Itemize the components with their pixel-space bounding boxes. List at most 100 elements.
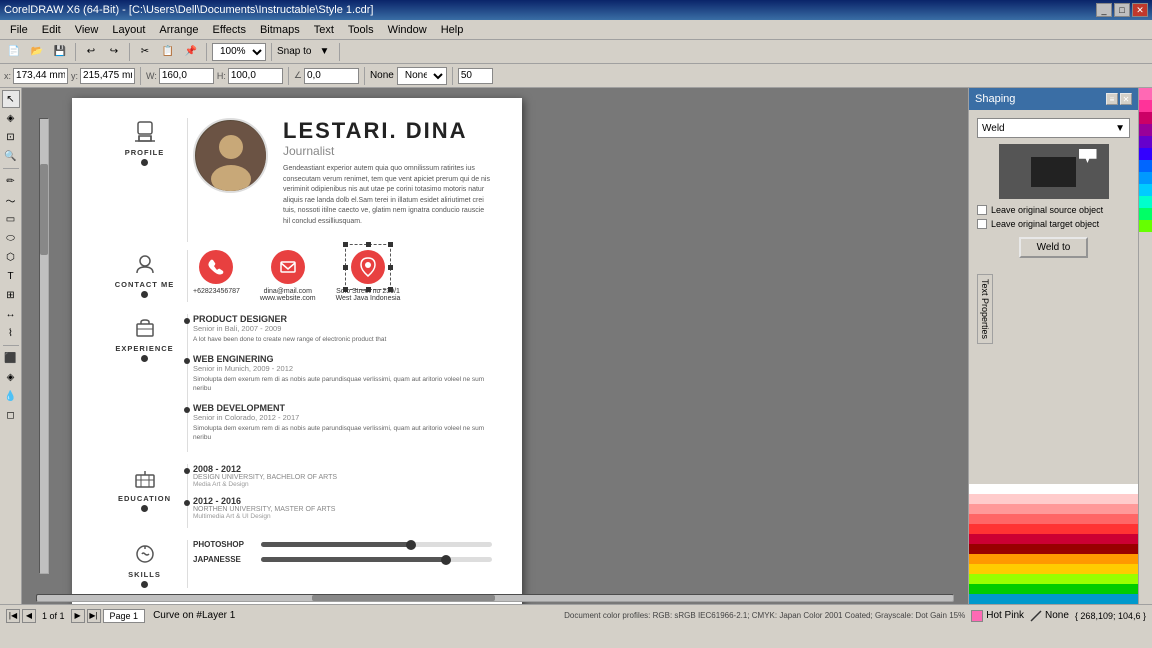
color-crimson[interactable] xyxy=(969,534,1138,544)
swatch-chartreuse[interactable] xyxy=(1139,220,1152,232)
scrollbar-vertical[interactable]: ▲ ▼ xyxy=(36,102,50,590)
dimension-tool[interactable]: ↔ xyxy=(2,305,20,323)
leave-source-checkbox[interactable] xyxy=(977,205,987,215)
handle-mr xyxy=(388,265,393,270)
menu-tools[interactable]: Tools xyxy=(342,22,380,38)
handle-tm xyxy=(366,242,371,247)
leave-source-label: Leave original source object xyxy=(991,205,1103,215)
node-tool[interactable]: ◈ xyxy=(2,109,20,127)
ellipse-tool[interactable]: ⬭ xyxy=(2,229,20,247)
menu-layout[interactable]: Layout xyxy=(106,22,151,38)
new-btn[interactable]: 📄 xyxy=(4,42,24,62)
color-red-light[interactable] xyxy=(969,514,1138,524)
scroll-v-thumb[interactable] xyxy=(40,164,48,255)
page-prev-btn[interactable]: ◀ xyxy=(22,609,36,623)
page-tab[interactable]: Page 1 xyxy=(103,609,146,623)
smart-draw-tool[interactable]: 〜 xyxy=(2,191,20,209)
menu-text[interactable]: Text xyxy=(308,22,340,38)
menu-help[interactable]: Help xyxy=(435,22,470,38)
maximize-button[interactable]: □ xyxy=(1114,3,1130,17)
text-properties-tab[interactable]: Text Properties xyxy=(977,274,993,344)
none-dropdown[interactable]: None xyxy=(397,67,447,85)
swatch-cyan[interactable] xyxy=(1139,184,1152,196)
undo-btn[interactable]: ↩ xyxy=(81,42,101,62)
copy-btn[interactable]: 📋 xyxy=(158,42,178,62)
skill-japanese-handle[interactable] xyxy=(441,555,451,565)
save-btn[interactable]: 💾 xyxy=(50,42,70,62)
menu-bitmaps[interactable]: Bitmaps xyxy=(254,22,306,38)
color-teal[interactable] xyxy=(969,594,1138,604)
swatch-rose[interactable] xyxy=(1139,112,1152,124)
value-input[interactable] xyxy=(458,68,493,84)
swatch-blue[interactable] xyxy=(1139,148,1152,160)
angle-input[interactable] xyxy=(304,68,359,84)
polygon-tool[interactable]: ⬡ xyxy=(2,248,20,266)
scroll-h-track[interactable] xyxy=(36,594,954,602)
panel-close-btn[interactable]: ✕ xyxy=(1120,93,1132,105)
y-input[interactable] xyxy=(80,68,135,84)
w-input[interactable] xyxy=(159,68,214,84)
color-pink[interactable] xyxy=(969,504,1138,514)
menu-arrange[interactable]: Arrange xyxy=(153,22,204,38)
x-input[interactable] xyxy=(13,68,68,84)
scroll-v-track[interactable] xyxy=(39,118,49,574)
cut-btn[interactable]: ✂ xyxy=(135,42,155,62)
menu-window[interactable]: Window xyxy=(382,22,433,38)
connector-tool[interactable]: ⌇ xyxy=(2,324,20,342)
menu-effects[interactable]: Effects xyxy=(207,22,252,38)
color-lime[interactable] xyxy=(969,574,1138,584)
swatch-violet[interactable] xyxy=(1139,136,1152,148)
interactive-tool[interactable]: ◈ xyxy=(2,368,20,386)
swatch-aqua[interactable] xyxy=(1139,196,1152,208)
menu-edit[interactable]: Edit xyxy=(36,22,67,38)
color-pink-light[interactable] xyxy=(969,494,1138,504)
text-tool[interactable]: T xyxy=(2,267,20,285)
snap-dropdown-btn[interactable]: ▼ xyxy=(314,42,334,62)
page-last-btn[interactable]: ▶| xyxy=(87,609,101,623)
scroll-h-thumb[interactable] xyxy=(312,595,495,601)
resume-page: PROFILE xyxy=(72,102,522,590)
minimize-button[interactable]: _ xyxy=(1096,3,1112,17)
color-red[interactable] xyxy=(969,524,1138,534)
color-green[interactable] xyxy=(969,584,1138,594)
swatch-green[interactable] xyxy=(1139,208,1152,220)
color-white[interactable] xyxy=(969,484,1138,494)
open-btn[interactable]: 📂 xyxy=(27,42,47,62)
page-next-btn[interactable]: ▶ xyxy=(71,609,85,623)
color-dark-red[interactable] xyxy=(969,544,1138,554)
swatch-skyblue[interactable] xyxy=(1139,172,1152,184)
swatch-blue2[interactable] xyxy=(1139,160,1152,172)
rect-tool[interactable]: ▭ xyxy=(2,210,20,228)
menu-file[interactable]: File xyxy=(4,22,34,38)
sep-coord2 xyxy=(288,67,289,85)
redo-btn[interactable]: ↪ xyxy=(104,42,124,62)
close-button[interactable]: ✕ xyxy=(1132,3,1148,17)
swatch-purple[interactable] xyxy=(1139,124,1152,136)
zoom-dropdown[interactable]: 100% 50% 200% xyxy=(212,43,266,61)
color-yellow[interactable] xyxy=(969,564,1138,574)
color-profile-text: Document color profiles: RGB: sRGB IEC61… xyxy=(564,611,965,620)
fill-tool[interactable]: ⬛ xyxy=(2,349,20,367)
crop-tool[interactable]: ⊡ xyxy=(2,128,20,146)
page-first-btn[interactable]: |◀ xyxy=(6,609,20,623)
table-tool[interactable]: ⊞ xyxy=(2,286,20,304)
leave-target-checkbox[interactable] xyxy=(977,219,987,229)
freehand-tool[interactable]: ✏ xyxy=(2,172,20,190)
outline-tool[interactable]: ◻ xyxy=(2,406,20,424)
swatch-deeppink[interactable] xyxy=(1139,100,1152,112)
weld-to-button[interactable]: Weld to xyxy=(1019,237,1089,258)
exp-desc-2: Simolupta dem exerum rem di as nobis aut… xyxy=(193,375,492,393)
color-orange[interactable] xyxy=(969,554,1138,564)
select-tool[interactable]: ↖ xyxy=(2,90,20,108)
paste-btn[interactable]: 📌 xyxy=(181,42,201,62)
skill-photoshop-handle[interactable] xyxy=(406,540,416,550)
swatch-hotpink[interactable] xyxy=(1139,88,1152,100)
h-input[interactable] xyxy=(228,68,283,84)
zoom-tool[interactable]: 🔍 xyxy=(2,147,20,165)
canvas-area[interactable]: PROFILE xyxy=(22,102,968,590)
menu-view[interactable]: View xyxy=(69,22,105,38)
color-eyedrop-tool[interactable]: 💧 xyxy=(2,387,20,405)
contact-location: Solo Street no 239/1West Java Indonesia xyxy=(336,250,401,302)
weld-dropdown[interactable]: Weld ▼ xyxy=(977,118,1130,138)
panel-options-btn[interactable]: ≡ xyxy=(1106,93,1118,105)
